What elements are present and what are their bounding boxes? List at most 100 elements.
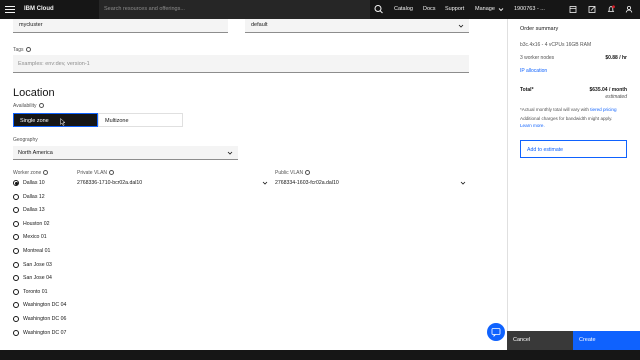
brand-logo[interactable]: IBM Cloud [24,6,54,12]
order-summary-panel: Order summary b3c.4x16 - 4 vCPUs 16GB RA… [507,19,640,331]
info-icon[interactable] [25,46,31,52]
account-switcher[interactable]: 1900763 - ... [514,6,545,12]
cluster-name-input[interactable]: mycluster [13,19,228,33]
order-summary-title: Order summary [520,26,559,32]
tiered-pricing-link[interactable]: tiered pricing [590,107,616,112]
availability-label: Availability [13,102,44,109]
create-cluster-form: mycluster default Tags Examples: env:dev… [0,19,507,350]
tags-input[interactable]: Examples: env:dev, version-1 [13,55,469,73]
radio-button[interactable] [13,302,19,309]
hamburger-menu-icon[interactable] [4,4,16,15]
worker-zone-option[interactable]: Mexico 01 [13,231,73,243]
worker-zone-label: Washington DC 07 [23,329,67,336]
worker-count: 3 worker nodes [520,55,555,61]
total-value: $635.04 / month [589,87,627,93]
worker-zone-option[interactable]: Washington DC 07 [13,327,73,339]
tags-placeholder: Examples: env:dev, version-1 [18,61,90,67]
tags-label: Tags [13,46,31,53]
worker-zone-option[interactable]: Houston 02 [13,218,73,230]
worker-zone-label: Dallas 13 [23,207,45,214]
radio-button[interactable] [13,261,19,268]
nav-manage[interactable]: Manage [475,6,495,12]
info-icon[interactable] [38,102,44,108]
private-vlan-label: Private VLAN [77,169,115,176]
chevron-down-icon [227,151,233,155]
pricing-note: *Actual monthly total will vary with tie… [520,107,617,112]
chevron-down-icon[interactable] [261,179,269,187]
radio-button[interactable] [13,288,19,295]
worker-zone-option[interactable]: Toronto 01 [13,286,73,298]
info-icon[interactable] [109,169,115,175]
user-avatar-icon[interactable] [623,4,635,15]
radio-button[interactable] [13,193,19,200]
availability-multizone[interactable]: Multizone [98,113,183,127]
worker-zone-label: San Jose 04 [23,275,52,282]
radio-button[interactable] [13,275,19,282]
add-to-estimate-button[interactable]: Add to estimate [520,140,627,158]
chevron-down-icon[interactable] [495,4,507,15]
worker-zone-label: Montreal 01 [23,248,51,254]
radio-button[interactable] [13,234,19,241]
worker-zone-label: San Jose 03 [23,261,52,268]
worker-zone-option[interactable]: Dallas 12 [13,191,73,203]
worker-zone-option[interactable]: Washington DC 04 [13,299,73,311]
edit-icon[interactable] [586,4,598,15]
info-icon[interactable] [305,169,311,175]
radio-button[interactable] [13,207,19,214]
bottom-strip [0,350,640,360]
top-bar: IBM Cloud Search resources and offerings… [0,0,640,19]
resource-group-select[interactable]: default [245,19,469,33]
location-heading: Location [13,87,55,99]
worker-zone-option[interactable]: San Jose 04 [13,272,73,284]
total-label: Total* [520,87,534,93]
worker-zone-label: Mexico 01 [23,234,47,241]
resource-group-value: default [251,22,268,28]
radio-button[interactable] [13,180,19,186]
public-vlan-select[interactable]: 2768334-1603-fcr02a.dal10 [275,180,339,186]
ip-allocation-link[interactable]: IP allocation [520,68,547,74]
worker-zone-label: Toronto 01 [23,288,48,295]
worker-price: $0.88 / hr [605,55,627,61]
worker-zone-label: Dallas 12 [23,193,45,200]
private-vlan-select[interactable]: 2768336-1710-bcr02a.dal10 [77,180,142,186]
worker-zone-label: Houston 02 [23,220,50,227]
search-input[interactable]: Search resources and offerings... [99,0,370,19]
radio-button[interactable] [13,316,19,322]
nav-support[interactable]: Support [445,6,464,12]
flavor-text: b3c.4x16 - 4 vCPUs 16GB RAM [520,42,592,48]
radio-button[interactable] [13,220,19,227]
worker-zone-option[interactable]: San Jose 03 [13,259,73,271]
geography-select[interactable]: North America [13,146,238,160]
learn-more-link[interactable]: Learn more. [520,123,545,128]
radio-button[interactable] [13,329,19,336]
worker-zone-label: Washington DC 06 [23,316,67,322]
worker-zone-label: Worker zone [13,169,49,176]
chevron-down-icon [458,24,464,28]
radio-button[interactable] [13,248,19,254]
info-icon[interactable] [43,169,49,175]
worker-zone-option[interactable]: Dallas 13 [13,204,73,216]
search-placeholder: Search resources and offerings... [104,6,185,12]
mouse-cursor-icon [60,118,66,126]
worker-zone-option[interactable]: Montreal 01 [13,245,73,257]
create-button[interactable]: Create [573,331,640,350]
chevron-down-icon[interactable] [459,179,467,187]
total-note: estimated [605,94,627,100]
geography-value: North America [18,150,53,156]
geography-label: Geography [13,137,38,143]
bandwidth-note: Additional charges for bandwidth might a… [520,116,613,121]
public-vlan-label: Public VLAN [275,169,311,176]
availability-single-zone[interactable]: Single zone [13,113,98,127]
notification-icon[interactable] [605,4,617,15]
cluster-name-value: mycluster [19,22,43,28]
worker-zone-option[interactable]: Dallas 10 [13,177,73,189]
worker-zone-option[interactable]: Washington DC 06 [13,313,73,325]
search-icon[interactable] [371,0,387,19]
nav-docs[interactable]: Docs [423,6,436,12]
chat-icon[interactable] [487,323,505,341]
cost-estimator-icon[interactable] [567,4,579,15]
nav-catalog[interactable]: Catalog [394,6,413,12]
cancel-button[interactable]: Cancel [507,331,573,350]
worker-zone-label: Dallas 10 [23,180,45,186]
worker-zone-label: Washington DC 04 [23,302,67,309]
